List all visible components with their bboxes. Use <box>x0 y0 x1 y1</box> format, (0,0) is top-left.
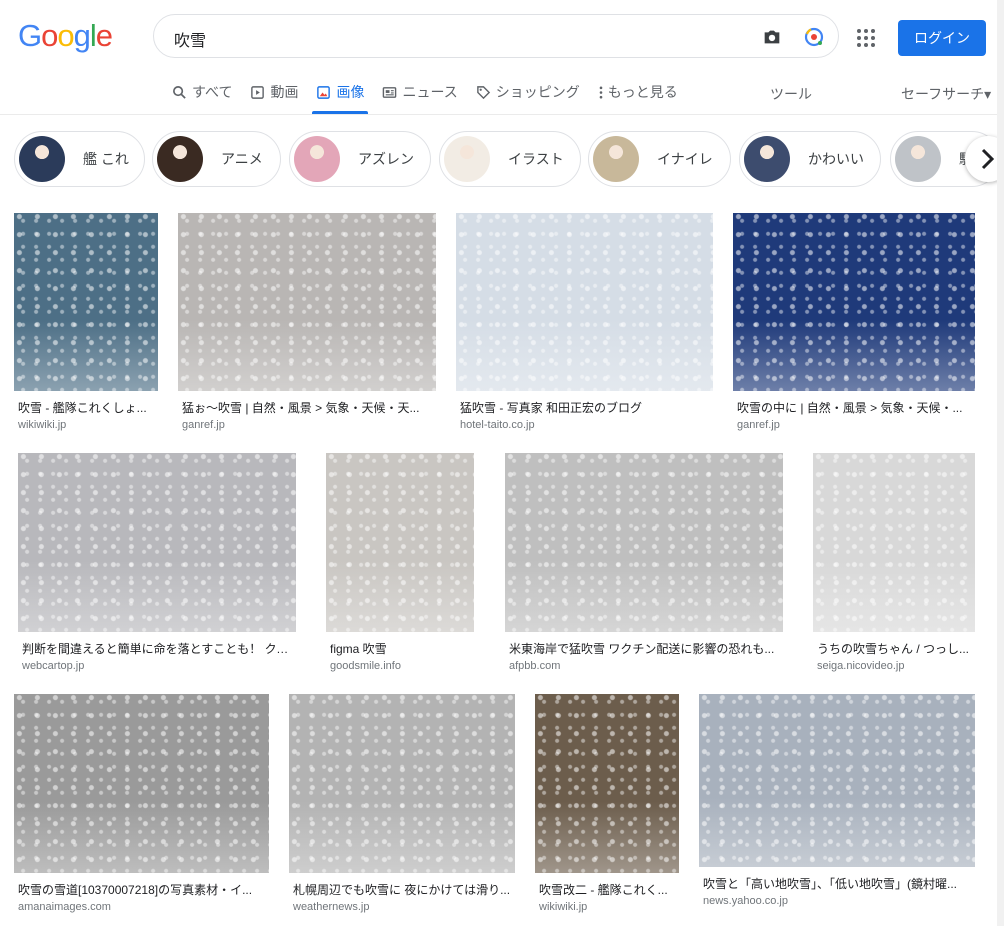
google-logo[interactable]: Google <box>18 18 113 54</box>
search-tabs: すべて 動画 画像 ニュース ショッピング もっと見る <box>172 78 696 114</box>
tab-videos[interactable]: 動画 <box>250 78 298 106</box>
tab-label: もっと見る <box>607 84 678 100</box>
result-title[interactable]: 米東海岸で猛吹雪 ワクチン配送に影響の恐れも... <box>509 640 781 657</box>
chip-label: アニメ <box>221 151 263 167</box>
result-title[interactable]: figma 吹雪 <box>330 640 472 657</box>
result-thumbnail[interactable] <box>14 213 158 391</box>
image-result[interactable]: 吹雪 - 艦隊これくしょ... wikiwiki.jp <box>14 213 158 436</box>
chip-azurlane[interactable]: アズレン <box>289 131 431 187</box>
image-result[interactable]: うちの吹雪ちゃん / つっし... seiga.nicovideo.jp <box>813 453 975 677</box>
chip-label: 艦 これ <box>83 151 129 167</box>
image-result[interactable]: 吹雪の中に | 自然・風景 > 気象・天候・... ganref.jp <box>733 213 975 436</box>
search-box[interactable]: 吹雪 <box>153 14 839 58</box>
chip-kawaii[interactable]: かわいい <box>739 131 881 187</box>
video-icon <box>251 85 265 99</box>
result-title[interactable]: 吹雪 - 艦隊これくしょ... <box>18 399 156 416</box>
image-result[interactable]: 猛ぉ〜吹雪 | 自然・風景 > 気象・天候・天... ganref.jp <box>178 213 436 436</box>
result-source: ganref.jp <box>737 419 780 431</box>
result-source: afpbb.com <box>509 660 561 672</box>
tab-label: 動画 <box>270 84 299 100</box>
tab-label: ニュース <box>402 84 458 100</box>
chip-anime[interactable]: アニメ <box>152 131 281 187</box>
result-title[interactable]: 猛吹雪 - 写真家 和田正宏のブログ <box>460 399 711 416</box>
result-title[interactable]: 吹雪改二 - 艦隊これく... <box>539 881 677 898</box>
result-source: ganref.jp <box>182 419 225 431</box>
header-divider <box>0 114 1004 115</box>
image-result[interactable]: 吹雪改二 - 艦隊これく... wikiwiki.jp <box>535 694 679 918</box>
result-source: wikiwiki.jp <box>539 901 588 913</box>
tab-label: ショッピング <box>495 84 580 100</box>
result-thumbnail[interactable] <box>699 694 975 867</box>
image-result[interactable]: 判断を間違えると簡単に命を落とすことも！ クル... webcartop.jp <box>18 453 296 677</box>
tab-news[interactable]: ニュース <box>382 78 458 106</box>
image-result[interactable]: figma 吹雪 goodsmile.info <box>326 453 474 677</box>
result-thumbnail[interactable] <box>813 453 975 632</box>
chip-thumbnail <box>895 136 941 182</box>
result-thumbnail[interactable] <box>289 694 515 873</box>
tag-icon <box>476 85 490 99</box>
search-input[interactable]: 吹雪 <box>174 27 206 51</box>
search-icon <box>173 85 186 99</box>
result-title[interactable]: 吹雪の中に | 自然・風景 > 気象・天候・... <box>737 399 973 416</box>
tab-label: 画像 <box>336 84 365 100</box>
chip-thumbnail <box>593 136 639 182</box>
image-result[interactable]: 札幌周辺でも吹雪に 夜にかけては滑り... weathernews.jp <box>289 694 515 918</box>
chip-label: かわいい <box>808 151 864 167</box>
result-title[interactable]: 猛ぉ〜吹雪 | 自然・風景 > 気象・天候・天... <box>182 399 434 416</box>
result-source: seiga.nicovideo.jp <box>817 660 905 672</box>
chip-thumbnail <box>19 136 65 182</box>
news-icon <box>383 86 397 98</box>
chip-label: イナイレ <box>657 151 713 167</box>
result-thumbnail[interactable] <box>326 453 474 632</box>
safesearch-dropdown[interactable]: セーフサーチ▾ <box>901 84 991 104</box>
tab-more[interactable]: もっと見る <box>598 78 678 106</box>
result-source: hotel-taito.co.jp <box>460 419 535 431</box>
image-result[interactable]: 猛吹雪 - 写真家 和田正宏のブログ hotel-taito.co.jp <box>456 213 713 436</box>
camera-icon[interactable] <box>761 26 783 48</box>
result-source: goodsmile.info <box>330 660 401 672</box>
image-result[interactable]: 米東海岸で猛吹雪 ワクチン配送に影響の恐れも... afpbb.com <box>505 453 783 677</box>
login-button[interactable]: ログイン <box>898 20 986 56</box>
result-title[interactable]: 札幌周辺でも吹雪に 夜にかけては滑り... <box>293 881 513 898</box>
chip-inazuma[interactable]: イナイレ <box>588 131 731 187</box>
tools-button[interactable]: ツール <box>770 84 812 104</box>
tab-all[interactable]: すべて <box>172 78 232 106</box>
result-source: amanaimages.com <box>18 901 111 913</box>
result-thumbnail[interactable] <box>18 453 296 632</box>
result-title[interactable]: 吹雪の雪道[10370007218]の写真素材・イ... <box>18 881 267 898</box>
more-vert-icon <box>599 86 603 98</box>
scrollbar[interactable] <box>997 0 1004 926</box>
result-thumbnail[interactable] <box>733 213 975 391</box>
chip-thumbnail <box>157 136 203 182</box>
result-thumbnail[interactable] <box>178 213 436 391</box>
tab-shopping[interactable]: ショッピング <box>476 78 580 106</box>
image-icon <box>317 85 331 99</box>
result-thumbnail[interactable] <box>505 453 783 632</box>
result-source: news.yahoo.co.jp <box>703 895 788 907</box>
tab-label: すべて <box>192 84 233 100</box>
chip-illust[interactable]: イラスト <box>439 131 581 187</box>
chip-label: イラスト <box>508 151 564 167</box>
result-title[interactable]: 吹雪と「高い地吹雪」、「低い地吹雪」(鏡村曜... <box>703 875 973 892</box>
chip-thumbnail <box>294 136 340 182</box>
result-thumbnail[interactable] <box>456 213 713 391</box>
chip-label: アズレン <box>358 151 414 167</box>
result-title[interactable]: 判断を間違えると簡単に命を落とすことも！ クル... <box>22 640 294 657</box>
result-title[interactable]: うちの吹雪ちゃん / つっし... <box>817 640 973 657</box>
google-lens-icon[interactable] <box>802 25 826 49</box>
image-result[interactable]: 吹雪と「高い地吹雪」、「低い地吹雪」(鏡村曜... news.yahoo.co.j… <box>699 694 975 912</box>
result-thumbnail[interactable] <box>535 694 679 873</box>
result-thumbnail[interactable] <box>14 694 269 873</box>
result-source: wikiwiki.jp <box>18 419 67 431</box>
chip-thumbnail <box>744 136 790 182</box>
result-source: weathernews.jp <box>293 901 370 913</box>
result-source: webcartop.jp <box>22 660 85 672</box>
tab-images[interactable]: 画像 <box>312 78 369 114</box>
chip-thumbnail <box>444 136 490 182</box>
image-result[interactable]: 吹雪の雪道[10370007218]の写真素材・イ... amanaimages.… <box>14 694 269 918</box>
chip-kancolle[interactable]: 艦 これ <box>14 131 145 187</box>
apps-grid-icon[interactable] <box>856 28 876 48</box>
